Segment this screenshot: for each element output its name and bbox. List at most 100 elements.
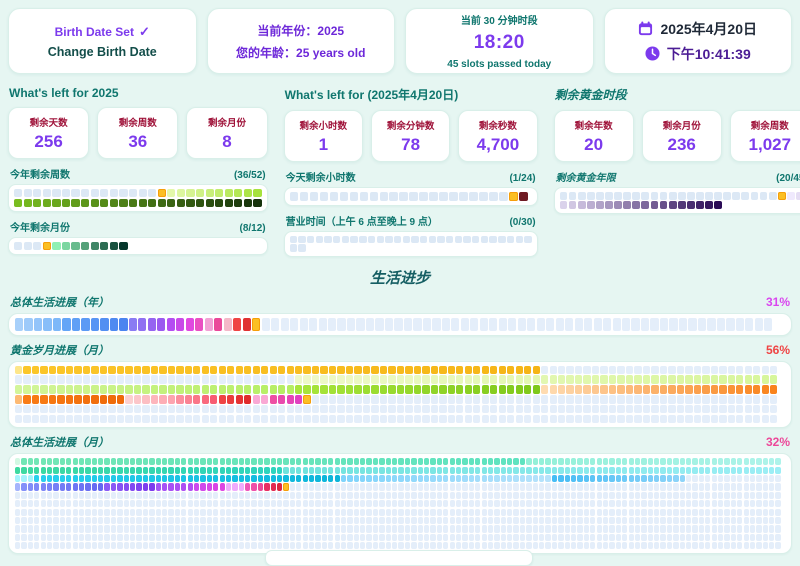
grid-cell <box>617 415 624 424</box>
grid-cell <box>680 492 685 499</box>
grid-cell <box>205 318 213 331</box>
grid-cell <box>469 534 474 541</box>
grid-cell <box>552 458 557 465</box>
grid-cell <box>303 509 308 516</box>
grid-cell <box>456 534 461 541</box>
grid-cell <box>315 500 320 507</box>
grid-cell <box>270 366 277 375</box>
grid-cell <box>261 385 268 394</box>
grid-cell <box>83 385 90 394</box>
grid-cell <box>651 375 658 384</box>
life-section-percent: 56% <box>766 343 790 357</box>
grid-cell <box>482 366 489 375</box>
grid-cell <box>397 395 404 404</box>
grid-cell <box>149 517 154 524</box>
grid-cell <box>130 500 135 507</box>
grid-cell <box>456 458 461 465</box>
grid-cell <box>151 405 158 414</box>
grid-cell <box>363 366 370 375</box>
grid-cell <box>337 415 344 424</box>
grid-cell <box>28 517 33 524</box>
grid-cell <box>341 542 346 549</box>
grid-cell <box>193 366 200 375</box>
grid-cell <box>699 542 704 549</box>
grid-cell <box>188 483 193 490</box>
grid-cell <box>320 405 327 414</box>
grid-cell <box>277 458 282 465</box>
grid-cell <box>669 318 677 331</box>
grid-cell <box>488 467 493 474</box>
grid-cell <box>609 415 616 424</box>
grid-cell <box>110 242 118 250</box>
life-years-grid-box <box>8 313 792 336</box>
grid-cell <box>718 483 723 490</box>
grid-cell <box>392 509 397 516</box>
stat-row: 剩余年数 20 剩余月份 236 剩余周数 1,027 <box>554 110 800 162</box>
grid-cell <box>632 192 640 200</box>
grid-cell <box>488 500 493 507</box>
grid-cell <box>232 534 237 541</box>
grid-cell <box>134 415 141 424</box>
grid-cell <box>692 525 697 532</box>
grid-cell <box>200 467 205 474</box>
grid-cell <box>763 542 768 549</box>
grid-cell <box>629 542 634 549</box>
grid-cell <box>130 542 135 549</box>
grid-cell <box>73 500 78 507</box>
grid-cell <box>354 366 361 375</box>
grid-cell <box>622 509 627 516</box>
grid-cell <box>692 492 697 499</box>
grid-cell <box>159 366 166 375</box>
grid-cell <box>577 500 582 507</box>
grid-cell <box>32 415 39 424</box>
grid-cell <box>654 525 659 532</box>
grid-cell <box>271 500 276 507</box>
grid-cell <box>539 467 544 474</box>
grid-cell <box>328 318 336 331</box>
life-years-grid <box>15 318 785 331</box>
grid-cell <box>424 509 429 516</box>
grid-cell <box>673 458 678 465</box>
grid-cell <box>52 189 60 197</box>
grid-cell <box>667 458 672 465</box>
grid-cell <box>181 509 186 516</box>
grid-cell <box>685 375 692 384</box>
stat-card-minutes-left: 剩余分钟数 78 <box>371 110 450 162</box>
grid-cell <box>79 467 84 474</box>
grid-cell <box>590 534 595 541</box>
grid-cell <box>609 509 614 516</box>
grid-cell <box>489 192 498 201</box>
grid-cell <box>392 534 397 541</box>
grid-cell <box>258 492 263 499</box>
grid-cell <box>456 492 461 499</box>
grid-cell <box>443 458 448 465</box>
grid-cell <box>456 525 461 532</box>
grid-cell <box>558 395 565 404</box>
grid-cell <box>373 525 378 532</box>
grid-cell <box>32 375 39 384</box>
grid-cell <box>290 244 297 251</box>
grid-cell <box>202 375 209 384</box>
grid-cell <box>202 395 209 404</box>
grid-cell <box>194 492 199 499</box>
grid-cell <box>52 242 60 250</box>
stat-card-weeks-left: 剩余周数 36 <box>97 107 178 159</box>
grid-cell <box>309 318 317 331</box>
change-birth-date-button[interactable]: Change Birth Date <box>48 45 157 59</box>
grid-cell <box>298 244 305 251</box>
grid-cell <box>168 395 175 404</box>
grid-cell <box>533 385 540 394</box>
grid-cell <box>117 525 122 532</box>
grid-cell <box>124 458 129 465</box>
grid-cell <box>303 492 308 499</box>
weeks-grid-label-row: 今年剩余周数 (36/52) <box>10 166 266 181</box>
grid-cell <box>366 458 371 465</box>
grid-cell <box>575 415 582 424</box>
grid-cell <box>386 509 391 516</box>
grid-cell <box>23 385 30 394</box>
grid-cell <box>303 517 308 524</box>
grid-cell <box>437 517 442 524</box>
grid-cell <box>411 534 416 541</box>
grid-cell <box>724 525 729 532</box>
grid-cell <box>603 517 608 524</box>
